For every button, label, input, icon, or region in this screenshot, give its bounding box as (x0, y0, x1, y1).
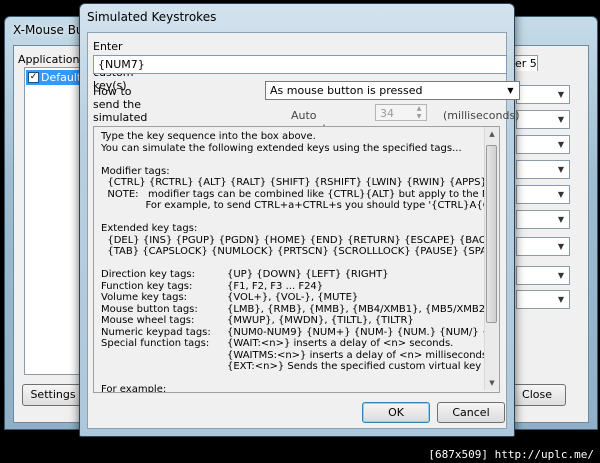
milliseconds-label: (milliseconds) (443, 109, 520, 122)
help-scrollbar[interactable]: ▲ ▼ (484, 127, 499, 390)
tag-row: Function key tags: {F1, F2, F3 ... F24} (101, 281, 486, 293)
help-note: NOTE: modifier tags can be combined like… (107, 188, 499, 200)
chevron-down-icon: ▼ (557, 215, 565, 224)
ok-button[interactable]: OK (362, 402, 430, 423)
tag-row-label: Numeric keypad tags: (101, 326, 211, 338)
custom-key-input[interactable]: {NUM7} (93, 55, 507, 74)
help-text-box[interactable]: Type the key sequence into the box above… (93, 126, 500, 393)
action-combo[interactable]: ▼ (516, 266, 570, 285)
tag-row-value: {UP} {DOWN} {LEFT} {RIGHT} (227, 269, 389, 280)
chevron-down-icon: ▼ (557, 90, 565, 99)
spin-up-icon[interactable]: ▲ (413, 105, 425, 113)
tag-row-label: Volume key tags: (101, 292, 188, 303)
tag-row: {EXT:<n>} Sends the specified custom vir… (101, 361, 499, 373)
action-combo[interactable]: ▼ (516, 210, 570, 229)
tag-row-value: {LMB}, {RMB}, {MMB}, {MB4/XMB1}, {MB5/XM… (227, 303, 492, 315)
tag-row-value: {NUM0-NUM9} {NUM+} {NUM-} {NUM.} {NUM/} … (227, 326, 500, 338)
modifier-tags-header: Modifier tags: (101, 165, 170, 177)
help-line: Type the key sequence into the box above… (101, 131, 316, 142)
send-mode-select[interactable]: As mouse button is pressed ▼ (265, 81, 520, 100)
tag-row: Direction key tags: {UP} {DOWN} {LEFT} {R… (101, 269, 486, 281)
scroll-down-icon[interactable]: ▼ (485, 376, 499, 390)
chevron-down-icon: ▼ (557, 140, 565, 149)
action-combo[interactable]: ▼ (516, 135, 570, 154)
scroll-up-icon[interactable]: ▲ (485, 127, 499, 141)
tag-row-value: {WAITMS:<n>} inserts a delay of <n> mill… (227, 349, 488, 361)
chevron-down-icon: ▼ (557, 242, 565, 251)
extended-tags: {DEL} {INS} {PGUP} {PGDN} {HOME} {END} {… (101, 234, 500, 246)
action-combo[interactable]: ▼ (516, 85, 570, 104)
chevron-down-icon: ▼ (557, 295, 565, 304)
tag-row-value: {MWUP}, {MWDN}, {TILTL}, {TILTR} (227, 315, 414, 326)
tag-row-label: Direction key tags: (101, 269, 196, 280)
dialog-title: Simulated Keystrokes (87, 10, 217, 24)
image-watermark: [687x509] http://uplc.me/ (428, 448, 594, 461)
action-combo[interactable]: ▼ (516, 185, 570, 204)
scrollbar-thumb[interactable] (486, 145, 497, 323)
tag-row: {WAITMS:<n>} inserts a delay of <n> mill… (101, 349, 488, 362)
close-button[interactable]: Close (508, 384, 566, 406)
tag-row-label: Mouse wheel tags: (101, 315, 195, 326)
send-mode-value: As mouse button is pressed (270, 84, 423, 97)
action-combo[interactable]: ▼ (516, 290, 570, 309)
action-combo[interactable]: ▼ (516, 160, 570, 179)
tag-row-label: Function key tags: (101, 280, 193, 292)
chevron-down-icon: ▼ (557, 165, 565, 174)
chevron-down-icon: ▼ (557, 115, 565, 124)
extended-tags: {TAB} {CAPSLOCK} {NUMLOCK} {PRTSCN} {SCR… (101, 246, 500, 257)
chevron-down-icon: ▼ (557, 190, 565, 199)
application-list[interactable]: ✓ Default (24, 67, 84, 375)
tag-row-value: {F1, F2, F3 ... F24} (227, 280, 324, 292)
help-text: Type the key sequence into the box above… (101, 131, 500, 393)
tag-row: Volume key tags: {VOL+}, {VOL-}, {MUTE} (101, 292, 486, 304)
tag-row: Numeric keypad tags: {NUM0-NUM9} {NUM+} {… (101, 326, 499, 339)
tag-row: Mouse wheel tags: {MWUP}, {MWDN}, {TILTL}… (101, 315, 486, 327)
cancel-button[interactable]: Cancel (437, 402, 505, 423)
default-checkbox[interactable]: ✓ (28, 72, 39, 83)
tag-row-value: {WAIT:<n>} inserts a delay of <n> second… (227, 338, 454, 349)
tag-row-label: Special function tags: (101, 338, 210, 349)
tag-row: Special function tags: {WAIT:<n>} inserts… (101, 338, 486, 350)
tag-row: Mouse button tags: {LMB}, {RMB}, {MMB}, {… (101, 303, 492, 316)
modifier-tags: {CTRL} {RCTRL} {ALT} {RALT} {SHIFT} {RSH… (101, 177, 487, 188)
help-line: You can simulate the following extended … (101, 142, 462, 154)
chevron-down-icon: ▼ (557, 271, 565, 280)
tag-row-value: {VOL+}, {VOL-}, {MUTE} (227, 292, 359, 303)
tag-row-label: Mouse button tags: (101, 303, 198, 315)
tag-row-value: {EXT:<n>} Sends the specified custom vir… (227, 361, 500, 372)
spin-down-icon[interactable]: ▼ (413, 113, 425, 121)
chevron-down-icon: ▼ (507, 86, 514, 95)
list-item-label: Default (41, 71, 82, 84)
action-combo[interactable]: ▼ (516, 110, 570, 129)
action-combo[interactable]: ▼ (516, 237, 570, 256)
settings-button[interactable]: Settings (22, 384, 84, 406)
extended-tags-header: Extended key tags: (101, 223, 198, 234)
help-note: For example, to send CTRL+a+CTRL+s you s… (101, 200, 500, 211)
list-item-default[interactable]: ✓ Default (26, 70, 82, 85)
example-header: For example: (101, 384, 167, 393)
